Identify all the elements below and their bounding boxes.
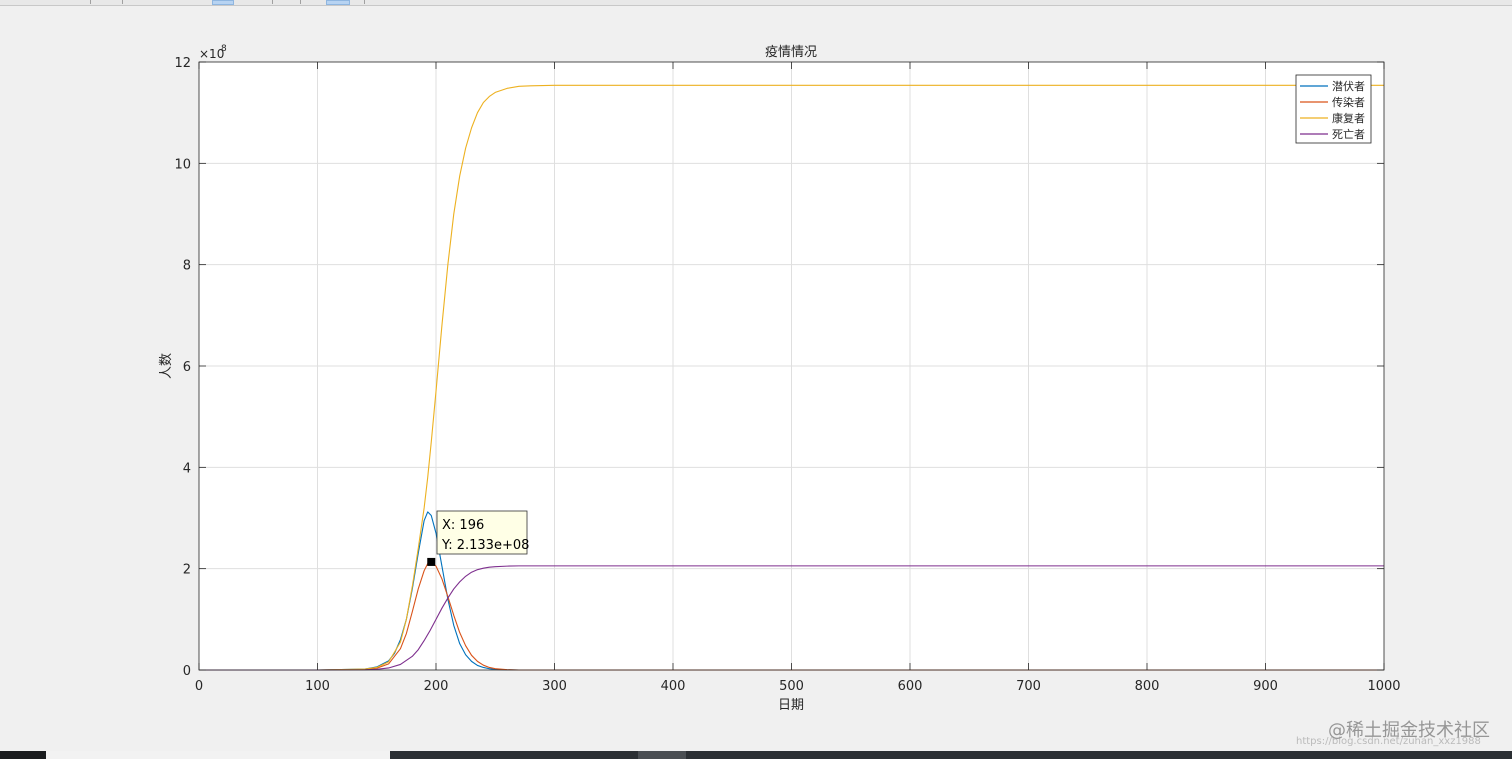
x-axis-label: 日期 [778, 698, 804, 713]
y-tick-label: 8 [183, 259, 191, 274]
x-tick-label: 0 [195, 679, 203, 694]
y-tick-label: 10 [174, 157, 191, 172]
legend-label-4: 死亡者 [1332, 127, 1365, 141]
y-exponent-power: 8 [221, 44, 227, 54]
taskbar-app[interactable] [638, 751, 686, 759]
taskbar-start[interactable] [0, 751, 46, 759]
taskbar [0, 751, 1512, 759]
chart[interactable]: 0 100 200 300 400 500 600 700 800 900 1000 0 2 4 6 8 10… [0, 0, 1512, 759]
x-tick-label: 200 [424, 679, 449, 694]
datatip-marker[interactable] [427, 557, 436, 566]
legend-label-3: 康复者 [1332, 111, 1365, 125]
x-tick-label: 400 [661, 679, 686, 694]
x-tick-label: 800 [1135, 679, 1160, 694]
y-tick-label: 6 [183, 360, 191, 375]
taskbar-search[interactable] [46, 751, 390, 759]
x-tick-label: 100 [305, 679, 330, 694]
x-tick-label: 1000 [1367, 679, 1400, 694]
chart-title: 疫情情况 [765, 44, 817, 60]
datatip-y-text: Y: 2.133e+08 [441, 538, 529, 553]
legend-label-1: 潜伏者 [1332, 79, 1365, 93]
y-tick-label: 2 [183, 563, 191, 578]
datatip-x-text: X: 196 [442, 518, 484, 533]
x-tick-label: 500 [779, 679, 804, 694]
y-tick-label: 12 [174, 56, 191, 71]
x-tick-label: 300 [542, 679, 567, 694]
legend[interactable]: 潜伏者传染者康复者死亡者 [1295, 74, 1372, 144]
x-tick-label: 900 [1253, 679, 1278, 694]
x-tick-labels: 0 100 200 300 400 500 600 700 800 900 1000 [195, 679, 1401, 694]
y-tick-label: 4 [183, 461, 191, 476]
y-axis-label: 人数 [159, 353, 174, 379]
x-tick-label: 700 [1016, 679, 1041, 694]
watermark-url: https://blog.csdn.net/zuhan_xxz1988 [1296, 736, 1481, 747]
y-tick-labels: 0 2 4 6 8 10 12 [174, 56, 191, 679]
legend-label-2: 传染者 [1332, 95, 1365, 109]
y-tick-label: 0 [183, 664, 191, 679]
x-tick-label: 600 [898, 679, 923, 694]
